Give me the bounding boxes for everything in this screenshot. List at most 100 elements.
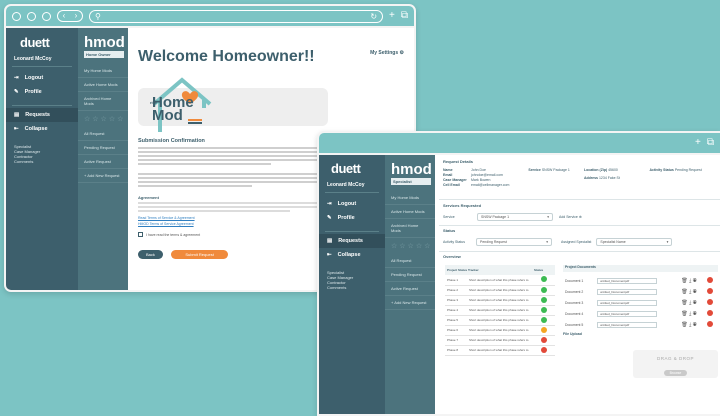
new-tab-icon[interactable]: + (389, 11, 395, 21)
profile-icon: ✎ (327, 215, 332, 221)
back-button[interactable]: Back (138, 250, 163, 259)
forward-icon[interactable]: › (75, 12, 78, 20)
drag-drop-zone[interactable]: DRAG & DROP Browse (633, 350, 718, 378)
menu-pending-request[interactable]: Pending Request (385, 268, 435, 282)
phase-row: Phase 4 Short description of what this p… (445, 305, 555, 316)
menu-all-request[interactable]: All Request (78, 127, 128, 141)
menu-my-home-mods[interactable]: My Home Mods (78, 64, 128, 78)
document-file-field[interactable]: untitled_Documentpdf (597, 299, 657, 306)
location-info: Location (Zip) 45600 Address 1234 Fake S… (583, 168, 620, 180)
document-row: Document 5 untitled_Documentpdf 🗑 ⤓ ◉ (563, 319, 718, 330)
document-name: Document 4 (565, 311, 584, 316)
document-file-field[interactable]: untitled_Documentpdf (597, 321, 657, 328)
rating-stars: ☆☆☆☆☆ (84, 116, 126, 123)
nav-collapse[interactable]: ⇤ Collapse (319, 248, 385, 262)
nav-requests[interactable]: ▤ Requests (319, 234, 385, 248)
nav-requests[interactable]: ▤ Requests (6, 108, 78, 122)
request-details: Request Details Name John Doe Email johndo… (443, 159, 714, 188)
menu-all-request[interactable]: All Request (385, 254, 435, 268)
status-indicator-icon (706, 321, 713, 327)
terms-checkbox-row: I have read the terms & agreement (138, 232, 328, 237)
phase-row: Phase 7 Short description of what this p… (445, 335, 555, 346)
menu-active-request[interactable]: Active Request (385, 282, 435, 296)
plus-circle-icon: ⊕ (578, 214, 582, 219)
phase-description: Short description of what this phase ref… (467, 295, 532, 306)
download-icon[interactable]: ⤓ (689, 322, 691, 328)
trash-icon[interactable]: 🗑 (681, 289, 687, 295)
document-file-field[interactable]: untitled_Documentpdf (597, 277, 657, 284)
service-select[interactable]: SNSW Package 1 ▾ (477, 213, 553, 221)
agreement-label: Agreement (138, 195, 159, 200)
trash-icon[interactable]: 🗑 (681, 278, 687, 284)
browser-toolbar: ‹ › ⚲ ↻ + ⧉ (6, 6, 414, 28)
view-icon[interactable]: ◉ (693, 278, 697, 284)
page-title: Welcome Homeowner!! (138, 48, 315, 65)
menu-active-request[interactable]: Active Request (78, 155, 128, 169)
view-icon[interactable]: ◉ (693, 322, 697, 328)
trash-icon[interactable]: 🗑 (681, 311, 687, 317)
settings-icon: ⚙ (399, 50, 404, 56)
terms-link-1[interactable]: Read Terms of Service & Agreement (138, 216, 328, 220)
back-icon[interactable]: ‹ (63, 12, 66, 20)
add-service-link[interactable]: Add Service ⊕ (559, 215, 582, 220)
download-icon[interactable]: ⤓ (689, 311, 691, 317)
link-comments[interactable]: Comments (6, 159, 78, 164)
nav-logout[interactable]: ⇥ Logout (6, 71, 78, 85)
view-icon[interactable]: ◉ (693, 300, 697, 306)
window-maximize-dot[interactable] (42, 11, 51, 21)
services-requested-label: Services Requested (443, 203, 482, 208)
menu-active-home-mods[interactable]: Active Home Mods (385, 205, 435, 219)
download-icon[interactable]: ⤓ (689, 278, 691, 284)
status-indicator-icon (540, 336, 547, 343)
window-close-dot[interactable] (12, 11, 21, 21)
download-icon[interactable]: ⤓ (689, 300, 691, 306)
nav-profile[interactable]: ✎ Profile (319, 211, 385, 225)
reload-icon[interactable]: ↻ (370, 12, 377, 21)
view-icon[interactable]: ◉ (693, 289, 697, 295)
phase-description: Short description of what this phase ref… (467, 285, 532, 296)
logout-icon: ⇥ (327, 201, 332, 207)
nav-logout[interactable]: ⇥ Logout (319, 197, 385, 211)
menu-active-home-mods[interactable]: Active Home Mods (78, 78, 128, 92)
menu-archived-home-mods[interactable]: Archived Home Mods (78, 92, 128, 111)
browse-button[interactable]: Browse (663, 370, 688, 376)
document-file-field[interactable]: untitled_Documentpdf (597, 310, 657, 317)
menu-add-new-request[interactable]: + Add New Request (385, 296, 435, 310)
link-comments[interactable]: Comments (319, 285, 385, 290)
terms-link-2[interactable]: HMOD Terms of Service Agreement (138, 222, 328, 226)
requests-icon: ▤ (327, 238, 333, 244)
trash-icon[interactable]: 🗑 (681, 300, 687, 306)
address-bar[interactable]: ⚲ ↻ (89, 9, 384, 23)
trash-icon[interactable]: 🗑 (681, 322, 687, 328)
tabs-icon[interactable]: ⧉ (707, 138, 714, 148)
status-indicator-icon (540, 316, 547, 323)
nav-profile[interactable]: ✎ Profile (6, 85, 78, 99)
menu-pending-request[interactable]: Pending Request (78, 141, 128, 155)
submit-request-button[interactable]: Submit Request (171, 250, 228, 259)
document-file-field[interactable]: untitled_Documentpdf (597, 288, 657, 295)
menu-archived-home-mods[interactable]: Archived Home Mods (385, 219, 435, 238)
tabs-icon[interactable]: ⧉ (401, 11, 408, 21)
secondary-sidebar-2: hmod Specialist My Home Mods Active Home … (385, 155, 435, 414)
new-tab-icon[interactable]: + (695, 138, 701, 148)
document-name: Document 1 (565, 278, 584, 283)
collapse-icon: ⇤ (327, 252, 332, 258)
phase-description: Short description of what this phase ref… (467, 275, 532, 286)
download-icon[interactable]: ⤓ (689, 289, 691, 295)
phase-row: Phase 1 Short description of what this p… (445, 275, 555, 286)
terms-checkbox[interactable] (138, 232, 143, 237)
project-documents: Project Documents Document 1 untitled_Do… (563, 265, 718, 378)
view-icon[interactable]: ◉ (693, 311, 697, 317)
menu-my-home-mods[interactable]: My Home Mods (385, 191, 435, 205)
activity-status-select[interactable]: Pending Request ▾ (476, 238, 552, 246)
specialist-select[interactable]: Specialist Name ▾ (596, 238, 673, 246)
specialist-main: Request Details Name John Doe Email johndo… (435, 155, 720, 414)
file-upload-label: File Upload (563, 332, 582, 336)
my-settings-link[interactable]: My Settings ⚙ (370, 50, 404, 56)
window-minimize-dot[interactable] (27, 11, 36, 21)
nav-collapse[interactable]: ⇤ Collapse (6, 122, 78, 136)
menu-add-new-request[interactable]: + Add New Request (78, 169, 128, 183)
phase-name: Phase 6 (445, 325, 467, 336)
logo-bar-teal (188, 122, 202, 124)
chevron-down-icon: ▾ (546, 240, 548, 244)
